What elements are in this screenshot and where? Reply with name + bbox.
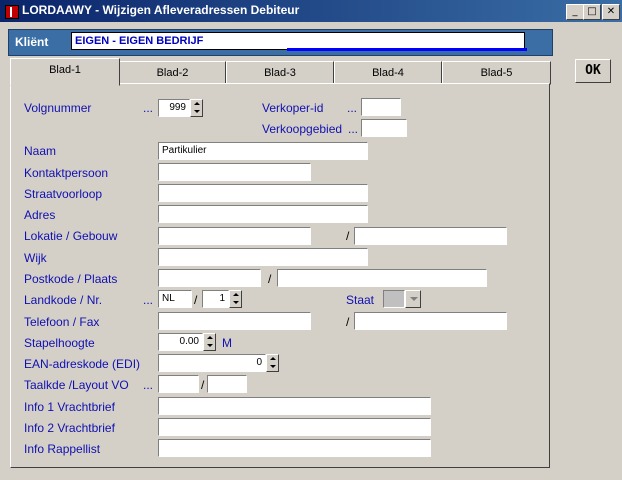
info1-label: Info 1 Vrachtbrief <box>24 400 115 414</box>
stapelhoogte-spinner[interactable] <box>203 333 216 351</box>
client-bar: Kliënt EIGEN - EIGEN BEDRIJF <box>8 29 553 56</box>
landkode-label: Landkode / Nr. <box>24 293 103 307</box>
verkoopgebied-label: Verkoopgebied <box>262 122 343 136</box>
verkoper-input[interactable] <box>361 98 401 116</box>
verkoopgebied-dots: ... <box>348 122 359 136</box>
info2-label: Info 2 Vrachtbrief <box>24 421 115 435</box>
tab-blad-5[interactable]: Blad-5 <box>442 61 551 85</box>
stapelhoogte-unit: M <box>222 336 232 350</box>
close-button[interactable]: ✕ <box>602 4 620 20</box>
telefoon-input[interactable] <box>158 312 311 330</box>
info2-input[interactable] <box>158 418 431 436</box>
lokatie-label: Lokatie / Gebouw <box>24 229 118 243</box>
ean-spinner[interactable] <box>266 354 279 372</box>
verkoper-label: Verkoper-id <box>262 101 324 115</box>
tab-blad-4[interactable]: Blad-4 <box>334 61 442 85</box>
lokatie-input[interactable] <box>158 227 311 245</box>
telefoon-label: Telefoon / Fax <box>24 315 100 329</box>
minimize-button[interactable]: _ <box>566 4 584 20</box>
app-icon[interactable] <box>5 5 19 19</box>
ok-button[interactable]: OK <box>575 59 611 83</box>
taalkde-slash: / <box>201 378 205 392</box>
info-rappel-label: Info Rappellist <box>24 442 101 456</box>
info1-input[interactable] <box>158 397 431 415</box>
kontakt-input[interactable] <box>158 163 311 181</box>
layout-vo-input[interactable] <box>207 375 247 393</box>
staat-dropdown-button[interactable] <box>405 290 421 308</box>
fax-input[interactable] <box>354 312 507 330</box>
landkode-input[interactable]: NL <box>158 290 192 308</box>
volgnummer-spinner[interactable] <box>190 99 203 117</box>
landnr-input[interactable]: 1 <box>202 290 229 308</box>
wijk-label: Wijk <box>24 251 47 265</box>
landnr-spinner[interactable] <box>229 290 242 308</box>
taalkde-label: Taalkde /Layout VO <box>24 378 129 392</box>
naam-input[interactable]: Partikulier <box>158 142 368 160</box>
stapelhoogte-input[interactable]: 0.00 <box>158 333 203 351</box>
tab-blad-3[interactable]: Blad-3 <box>226 61 334 85</box>
verkoper-dots: ... <box>347 101 358 115</box>
verkoopgebied-input[interactable] <box>361 119 407 137</box>
postkode-input[interactable] <box>158 269 261 287</box>
maximize-button[interactable]: □ <box>583 4 601 20</box>
client-underline <box>287 48 527 51</box>
volgnummer-dots: ... <box>143 101 154 115</box>
stapelhoogte-label: Stapelhoogte <box>24 336 95 350</box>
kontakt-label: Kontaktpersoon <box>24 166 109 180</box>
tab-blad-2[interactable]: Blad-2 <box>119 61 226 85</box>
staat-select[interactable] <box>383 290 405 308</box>
taalkde-input[interactable] <box>158 375 199 393</box>
adres-input[interactable] <box>158 205 368 223</box>
title-bar[interactable]: LORDAAWY - Wijzigen Afleveradressen Debi… <box>0 0 622 22</box>
landkode-slash: / <box>194 293 198 307</box>
tab-blad-1[interactable]: Blad-1 <box>10 58 120 86</box>
landkode-dots: ... <box>143 293 154 307</box>
volgnummer-input[interactable]: 999 <box>158 99 190 117</box>
postkode-label: Postkode / Plaats <box>24 272 118 286</box>
volgnummer-label: Volgnummer <box>24 101 92 115</box>
window-title: LORDAAWY - Wijzigen Afleveradressen Debi… <box>22 3 300 17</box>
telefoon-slash: / <box>346 315 350 329</box>
info-rappel-input[interactable] <box>158 439 431 457</box>
staat-label: Staat <box>346 293 375 307</box>
wijk-input[interactable] <box>158 248 368 266</box>
client-label: Kliënt <box>15 35 49 49</box>
ean-label: EAN-adreskode (EDI) <box>24 357 141 371</box>
lokatie-slash: / <box>346 229 350 243</box>
gebouw-input[interactable] <box>354 227 507 245</box>
ean-input[interactable]: 0 <box>158 354 266 372</box>
naam-label: Naam <box>24 144 57 158</box>
taalkde-dots: ... <box>143 378 154 392</box>
adres-label: Adres <box>24 208 56 222</box>
plaats-input[interactable] <box>277 269 487 287</box>
straat-label: Straatvoorloop <box>24 187 103 201</box>
postkode-slash: / <box>268 272 272 286</box>
straat-input[interactable] <box>158 184 368 202</box>
